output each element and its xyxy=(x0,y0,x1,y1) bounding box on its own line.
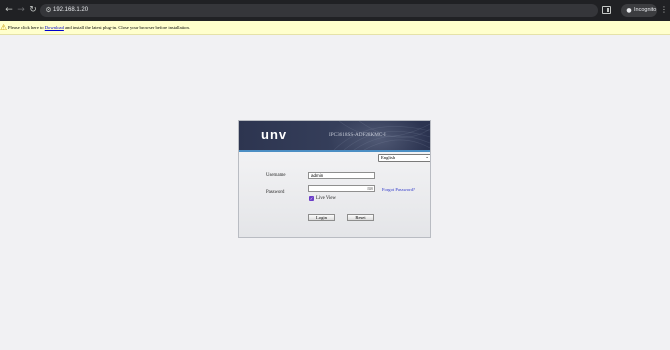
incognito-label: Incognito xyxy=(634,7,657,13)
username-label: Username xyxy=(266,173,286,178)
side-panel-icon[interactable] xyxy=(602,6,611,14)
username-value: admin xyxy=(311,173,324,178)
plugin-message-prefix: Please click here to xyxy=(8,25,45,30)
site-info-icon[interactable]: ⚙ xyxy=(44,6,53,15)
keyboard-icon[interactable]: ⌨ xyxy=(367,186,373,191)
forgot-password-link[interactable]: Forgot Password? xyxy=(382,186,415,193)
plugin-warning-bar: ⚠ Please click here to Download and inst… xyxy=(0,21,670,35)
device-model: IPC3618SS-ADF28KMC-I xyxy=(329,132,386,138)
live-view-checkbox[interactable]: ✓ xyxy=(309,196,314,201)
back-arrow-icon[interactable]: ← xyxy=(3,4,15,16)
url-text[interactable]: 192.168.1.20 xyxy=(53,4,88,17)
login-panel: unv IPC3618SS-ADF28KMC-I English ⌄ Usern… xyxy=(238,120,431,238)
incognito-badge[interactable]: ● Incognito xyxy=(621,4,657,17)
forward-arrow-icon[interactable]: → xyxy=(15,4,27,16)
reload-icon[interactable]: ↻ xyxy=(27,4,39,16)
password-label: Password xyxy=(266,190,285,195)
language-selected: English xyxy=(381,155,396,160)
incognito-icon: ● xyxy=(626,7,632,14)
reset-button[interactable]: Reset xyxy=(347,214,374,221)
login-button[interactable]: Login xyxy=(308,214,335,221)
language-select[interactable]: English ⌄ xyxy=(378,154,430,162)
unv-logo: unv xyxy=(261,127,288,142)
download-link[interactable]: Download xyxy=(45,25,64,30)
kebab-menu-icon[interactable]: ⋮ xyxy=(660,4,668,16)
login-banner: unv IPC3618SS-ADF28KMC-I xyxy=(239,121,430,150)
address-bar[interactable]: ⚙ 192.168.1.20 xyxy=(40,4,598,17)
password-field[interactable]: ⌨ xyxy=(308,185,375,192)
live-view-label: Live View xyxy=(316,196,337,201)
chevron-down-icon: ⌄ xyxy=(425,155,429,160)
login-form: English ⌄ Username admin Password ⌨ Forg… xyxy=(239,152,430,237)
plugin-message-suffix: and install the latest plug-in. Close yo… xyxy=(63,25,190,30)
browser-toolbar: ← → ↻ ⚙ 192.168.1.20 ● Incognito ⋮ xyxy=(0,0,670,21)
plugin-message: Please click here to Download and instal… xyxy=(8,21,190,34)
username-field[interactable]: admin xyxy=(308,172,375,179)
